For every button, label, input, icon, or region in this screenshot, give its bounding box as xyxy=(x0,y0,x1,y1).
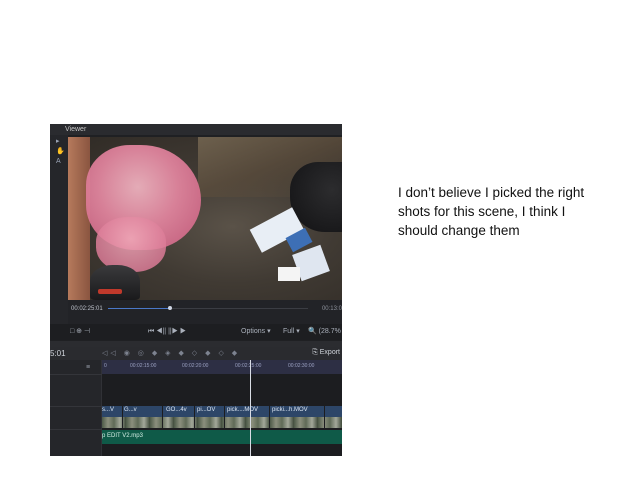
scrub-bar[interactable]: 00:02:25:01 00:13:0 xyxy=(68,300,342,324)
clip-divider xyxy=(162,406,163,428)
tool-column: ▸ ✋ A xyxy=(50,135,68,325)
track-headers: ≡ xyxy=(50,360,102,456)
export-button[interactable]: ⎘ Export xyxy=(312,349,340,357)
text-tool-icon[interactable]: A xyxy=(56,158,61,166)
arm xyxy=(68,137,90,300)
video-editor-screenshot: Viewer ▸ ✋ A 00:02:25:01 00:13:0 □ ⊕ ⊣ ⏮… xyxy=(50,124,342,456)
end-timecode: 00:13:0 xyxy=(321,306,342,312)
video-track: s...V G...v GO...4v pi...OV pick....MOV … xyxy=(102,406,342,417)
menu-icon[interactable]: ≡ xyxy=(86,364,90,371)
clip-label[interactable]: pick....MOV xyxy=(227,407,258,413)
clip-divider xyxy=(324,406,325,428)
transport-controls[interactable]: ⏮ ◀|| ||▶ ▶ xyxy=(148,327,186,337)
ruler-tick: 0 xyxy=(104,363,107,369)
view-icons[interactable]: □ ⊕ ⊣ xyxy=(70,327,90,337)
timeline-timecode: 5:01 xyxy=(50,349,66,358)
clip-label[interactable]: GO...4v xyxy=(166,407,187,413)
timeline-toolbar: 5:01 ◁◁ ◉ ◎ ◆ ◈ ◆ ◇ ◆ ◇ ◆ ⎘ Export xyxy=(50,347,342,360)
pink-bag-lower xyxy=(96,217,166,272)
audio-clip-label: p EDIT V2.mp3 xyxy=(102,433,143,439)
timeline-ruler[interactable]: 0 00:02:15:00 00:02:20:00 00:02:25:00 00… xyxy=(102,360,342,374)
clip-thumbnails[interactable] xyxy=(102,417,342,428)
track-divider xyxy=(50,406,102,407)
ruler-tick: 00:02:30:00 xyxy=(288,363,315,369)
scrub-progress xyxy=(108,308,170,309)
audio-track[interactable]: p EDIT V2.mp3 xyxy=(102,430,342,444)
timeline-tracks: s...V G...v GO...4v pi...OV pick....MOV … xyxy=(102,374,342,456)
clip-label[interactable]: G...v xyxy=(124,407,137,413)
shoe-stripe xyxy=(98,289,122,294)
options-dropdown[interactable]: Options ▾ xyxy=(241,327,271,337)
clip-divider xyxy=(194,406,195,428)
playhead[interactable] xyxy=(250,360,251,456)
paper-card xyxy=(278,267,300,281)
select-tool-icon[interactable]: ▸ xyxy=(56,138,60,146)
viewer-title: Viewer xyxy=(50,124,342,135)
current-timecode: 00:02:25:01 xyxy=(71,306,103,312)
ruler-tick: 00:02:25:00 xyxy=(235,363,262,369)
track-divider xyxy=(50,429,102,430)
viewer-controls: □ ⊕ ⊣ ⏮ ◀|| ||▶ ▶ Options ▾ Full ▾ 🔍 (28… xyxy=(50,324,342,340)
clip-label[interactable]: pi...OV xyxy=(197,407,215,413)
note-text: I don’t believe I picked the right shots… xyxy=(398,185,585,238)
ruler-tick: 00:02:15:00 xyxy=(130,363,157,369)
zoom-mode-dropdown[interactable]: Full ▾ xyxy=(283,327,300,337)
timeline-tool-icons[interactable]: ◁◁ ◉ ◎ ◆ ◈ ◆ ◇ ◆ ◇ ◆ xyxy=(102,349,240,357)
zoom-level[interactable]: 🔍 (28.7% xyxy=(308,327,341,337)
hand-tool-icon[interactable]: ✋ xyxy=(56,148,65,156)
scrub-handle[interactable] xyxy=(168,306,172,310)
track-divider xyxy=(50,374,102,375)
clip-divider xyxy=(122,406,123,428)
video-frame xyxy=(68,137,342,300)
ruler-tick: 00:02:20:00 xyxy=(182,363,209,369)
clip-label[interactable]: picki...h.MOV xyxy=(272,407,308,413)
clip-divider xyxy=(269,406,270,428)
clip-divider xyxy=(224,406,225,428)
clip-label[interactable]: s...V xyxy=(102,407,114,413)
shoe xyxy=(90,265,140,300)
